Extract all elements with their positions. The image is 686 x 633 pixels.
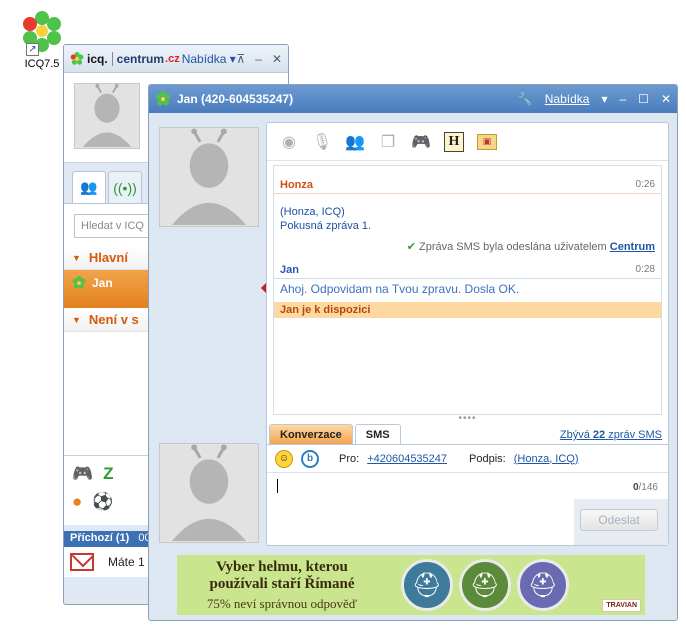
ad-text: Vyber helmu, kterou používali staří Říma…: [206, 558, 358, 611]
contact-card-icon[interactable]: ▣: [477, 133, 497, 150]
maximize-icon[interactable]: ☐: [638, 92, 649, 106]
send-button[interactable]: Odeslat: [580, 509, 658, 531]
signature-label: Podpis:: [469, 452, 506, 465]
ad-banner[interactable]: Vyber helmu, kterou používali staří Říma…: [177, 555, 645, 615]
message-history: Honza 0:26 (Honza, ICQ) Pokusná zpráva 1…: [273, 165, 662, 415]
zynga-icon[interactable]: Z: [103, 464, 113, 484]
tab-contacts[interactable]: 👥: [72, 171, 106, 203]
recipient-number-link[interactable]: +420604535247: [367, 453, 447, 465]
desktop-icon-label: ICQ7.5: [24, 58, 60, 70]
travian-logo: TRAVIAN: [602, 599, 641, 612]
message-time: 0:26: [635, 179, 655, 190]
signature-link[interactable]: (Honza, ICQ): [514, 453, 579, 465]
chat-title: Jan (420-604535247): [177, 92, 294, 106]
minimize-icon[interactable]: –: [619, 92, 626, 106]
message-time: 0:28: [635, 264, 655, 275]
helmet-option-3-icon[interactable]: ⛑: [517, 559, 569, 611]
char-counter: 0/146: [632, 482, 658, 493]
tab-sms[interactable]: SMS: [354, 424, 401, 444]
centrum-link[interactable]: Centrum: [610, 241, 655, 253]
contact-name: Jan: [92, 276, 113, 290]
sender-name: Honza: [280, 178, 313, 191]
minimize-icon[interactable]: –: [255, 52, 262, 66]
own-avatar[interactable]: [159, 443, 259, 543]
helmet-option-2-icon[interactable]: ⛑: [459, 559, 511, 611]
contacts-icon: 👥: [80, 179, 98, 195]
main-menu-button[interactable]: Nabídka ▾: [182, 52, 236, 66]
history-icon[interactable]: H: [444, 131, 464, 152]
basketball-icon[interactable]: ●: [72, 492, 82, 512]
conversation-panel: ◉ 🎙 👥 ❐ 🎮 H ▣ Honza 0:26 (Honza, ICQ) Po…: [266, 122, 669, 546]
group-chat-icon[interactable]: 👥: [345, 132, 365, 152]
check-icon: ✔: [406, 241, 416, 253]
shortcut-arrow-icon: ↗: [26, 43, 39, 56]
chat-menu-button[interactable]: Nabídka: [545, 92, 590, 106]
compose-toolbar: ☺ b Pro: +420604535247 Podpis: (Honza, I…: [267, 445, 668, 473]
online-status-icon: [72, 276, 86, 289]
football-icon[interactable]: ⚽: [92, 492, 113, 512]
message-header: Jan 0:28: [274, 261, 661, 279]
wrench-icon[interactable]: 🔧: [518, 92, 533, 106]
main-window-titlebar[interactable]: icq. centrum .cz Nabídka ▾ ⊼ – ✕: [64, 45, 288, 73]
chat-titlebar[interactable]: Jan (420-604535247) 🔧 Nabídka ▾ – ☐ ✕: [149, 85, 677, 113]
close-icon[interactable]: ✕: [661, 92, 671, 106]
game-icon[interactable]: 🎮: [411, 132, 431, 152]
message-body: (Honza, ICQ) Pokusná zpráva 1.: [280, 206, 372, 232]
sender-name: Jan: [280, 263, 299, 276]
text-caret: [277, 479, 278, 493]
group-name: Není v s: [88, 312, 139, 327]
broadcast-icon: ((•)): [113, 179, 137, 196]
icq-flower-icon: [70, 51, 84, 65]
gmail-icon: [70, 553, 94, 571]
brand-divider: [111, 51, 113, 66]
gamepad-icon[interactable]: 🎮: [72, 464, 93, 484]
group-name: Hlavní: [88, 250, 128, 265]
centrum-cz-text: .cz: [165, 52, 180, 65]
avatars-column: [159, 127, 259, 607]
chevron-down-icon: ▼: [72, 314, 81, 325]
smiley-icon[interactable]: ☺: [275, 449, 293, 468]
message-header: Honza 0:26: [274, 176, 661, 194]
icq-flower-icon: ↗: [20, 10, 64, 56]
icq-flower-icon: [155, 91, 171, 106]
b-icon[interactable]: b: [301, 449, 319, 468]
contact-avatar[interactable]: [159, 127, 259, 227]
mail-preview: Máte 1: [108, 555, 145, 569]
pin-icon[interactable]: ⊼: [236, 52, 245, 66]
webcam-icon[interactable]: ◉: [279, 132, 299, 152]
message-input[interactable]: 0/146 Odeslat: [267, 474, 668, 546]
message-mode-tabs: Konverzace SMS Zbývá 22 zpráv SMS: [267, 423, 668, 445]
file-transfer-icon[interactable]: ❐: [378, 132, 398, 152]
tab-konverzace[interactable]: Konverzace: [269, 424, 353, 444]
chat-window: Jan (420-604535247) 🔧 Nabídka ▾ – ☐ ✕ ◉ …: [148, 84, 678, 621]
chat-toolbar: ◉ 🎙 👥 ❐ 🎮 H ▣: [267, 123, 668, 161]
chevron-down-icon: ▼: [72, 252, 81, 263]
icq-logo-text: icq.: [87, 51, 108, 66]
sms-remaining-link[interactable]: Zbývá 22 zpráv SMS: [560, 429, 668, 444]
chevron-down-icon: ▾: [601, 92, 608, 106]
close-icon[interactable]: ✕: [272, 52, 282, 66]
sms-sent-note: ✔ Zpráva SMS byla odeslána uživatelem Ce…: [406, 241, 655, 253]
message-body: Ahoj. Odpovidam na Tvou zpravu. Dosla OK…: [280, 282, 520, 296]
helmet-option-1-icon[interactable]: ⛑: [401, 559, 453, 611]
desktop-icq-shortcut[interactable]: ↗ ICQ7.5: [14, 10, 70, 70]
send-area: Odeslat: [574, 499, 668, 545]
to-label: Pro:: [339, 452, 360, 465]
presence-status: Jan je k dispozici: [274, 302, 661, 318]
own-avatar[interactable]: [74, 83, 140, 149]
microphone-icon[interactable]: 🎙: [312, 132, 332, 152]
tab-broadcast[interactable]: ((•)): [108, 171, 142, 203]
centrum-logo-text: centrum: [116, 51, 165, 66]
